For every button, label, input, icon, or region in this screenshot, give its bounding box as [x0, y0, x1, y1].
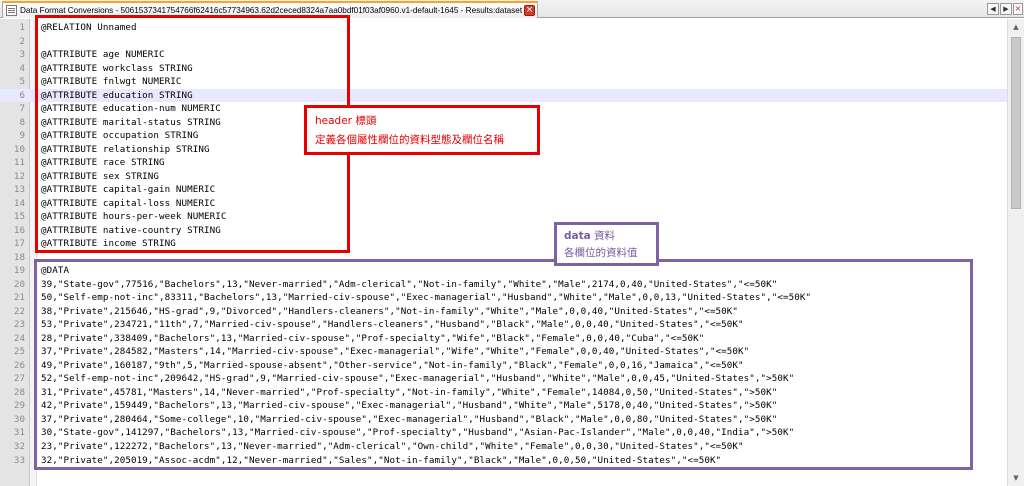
scroll-tabs-right-button[interactable]: ▶	[1000, 3, 1012, 15]
close-document-button[interactable]: ×	[1013, 3, 1023, 15]
line-number: 20	[13, 278, 25, 290]
line-number: 23	[13, 319, 25, 331]
line-number: 28	[13, 386, 25, 398]
scroll-tabs-left-button[interactable]: ◀	[987, 3, 999, 15]
line-number: 18	[13, 251, 25, 263]
line-number: 7	[19, 103, 25, 115]
line-number: 22	[13, 305, 25, 317]
line-number: 9	[19, 130, 25, 142]
line-number: 6	[19, 89, 25, 101]
line-number: 8	[19, 116, 25, 128]
header-callout-title: header 標頭	[315, 112, 537, 131]
header-callout-desc: 定義各個屬性欄位的資料型態及欄位名稱	[315, 134, 504, 146]
scroll-down-arrow-icon[interactable]: ▼	[1008, 470, 1024, 486]
line-number: 30	[13, 413, 25, 425]
line-number: 11	[13, 157, 25, 169]
line-number: 33	[13, 454, 25, 466]
line-number: 17	[13, 238, 25, 250]
tab-title: Data Format Conversions - 50615373417547…	[20, 6, 522, 15]
line-number: 27	[13, 373, 25, 385]
line-number: 16	[13, 224, 25, 236]
data-callout-desc: 各欄位的資料值	[564, 247, 638, 259]
line-number: 15	[13, 211, 25, 223]
vertical-scrollbar[interactable]: ▲ ▼	[1007, 19, 1024, 486]
line-number: 25	[13, 346, 25, 358]
document-icon	[6, 5, 17, 16]
header-label-en: header	[315, 115, 352, 127]
line-number: 10	[13, 143, 25, 155]
data-highlight-box	[34, 259, 973, 470]
scroll-up-arrow-icon[interactable]: ▲	[1008, 19, 1024, 35]
close-tab-icon[interactable]: ×	[524, 5, 535, 16]
line-number: 3	[19, 49, 25, 61]
line-number: 5	[19, 76, 25, 88]
line-number: 24	[13, 332, 25, 344]
line-number: 14	[13, 197, 25, 209]
line-number: 32	[13, 440, 25, 452]
data-label-en: data	[564, 230, 591, 242]
line-number: 19	[13, 265, 25, 277]
header-callout: header 標頭 定義各個屬性欄位的資料型態及欄位名稱	[304, 105, 540, 155]
data-label-zh: 資料	[590, 230, 616, 242]
header-highlight-box	[35, 15, 350, 253]
scrollbar-thumb[interactable]	[1011, 37, 1021, 209]
data-callout: data 資料 各欄位的資料值	[554, 222, 659, 266]
line-number: 31	[13, 427, 25, 439]
line-number: 26	[13, 359, 25, 371]
data-callout-title: data 資料	[564, 228, 656, 245]
line-number: 29	[13, 400, 25, 412]
line-number: 2	[19, 35, 25, 47]
line-number: 13	[13, 184, 25, 196]
line-number: 21	[13, 292, 25, 304]
header-label-zh: 標頭	[352, 115, 377, 127]
line-number: 1	[19, 22, 25, 33]
line-number: 12	[13, 170, 25, 182]
line-number: 4	[19, 62, 25, 74]
